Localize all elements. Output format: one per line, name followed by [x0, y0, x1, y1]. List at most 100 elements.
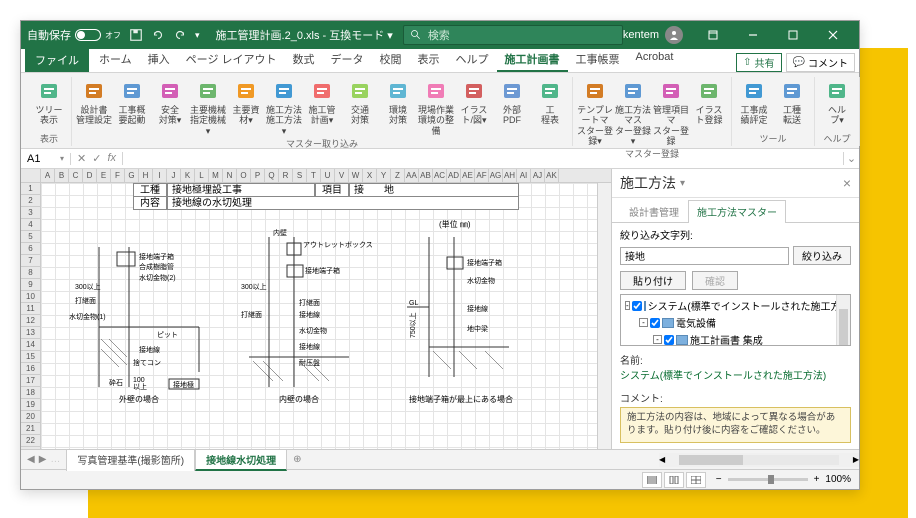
- column-header[interactable]: Q: [265, 169, 279, 182]
- ribbon-button[interactable]: テンプレートマスター登録▾: [577, 77, 613, 146]
- column-header[interactable]: J: [167, 169, 181, 182]
- tab-0[interactable]: ホーム: [91, 47, 140, 72]
- sheet-nav-next-icon[interactable]: ▶: [39, 454, 47, 465]
- ribbon-button[interactable]: ヘルプ▾: [819, 77, 855, 131]
- tab-2[interactable]: ページ レイアウト: [178, 47, 285, 72]
- row-header[interactable]: 13: [21, 327, 40, 339]
- tree-checkbox[interactable]: [650, 318, 660, 328]
- horizontal-scrollbar[interactable]: [679, 455, 839, 465]
- column-header[interactable]: K: [181, 169, 195, 182]
- column-header[interactable]: Y: [377, 169, 391, 182]
- row-header[interactable]: 21: [21, 423, 40, 435]
- panel-dropdown-icon[interactable]: ▾: [680, 178, 685, 189]
- ribbon-button[interactable]: 施工管計画▾: [304, 77, 340, 136]
- maximize-button[interactable]: [773, 21, 813, 49]
- ribbon-button[interactable]: イラスト登録: [691, 77, 727, 146]
- tree-checkbox[interactable]: [664, 335, 674, 345]
- column-header[interactable]: AE: [461, 169, 475, 182]
- ribbon-button[interactable]: ツリー表示: [31, 77, 67, 131]
- redo-icon[interactable]: [173, 28, 187, 42]
- row-header[interactable]: 16: [21, 363, 40, 375]
- column-header[interactable]: B: [55, 169, 69, 182]
- column-header[interactable]: F: [111, 169, 125, 182]
- row-header[interactable]: 4: [21, 219, 40, 231]
- row-header[interactable]: 19: [21, 399, 40, 411]
- name-box[interactable]: A1▾: [21, 153, 71, 165]
- ribbon-button[interactable]: 環境対策: [380, 77, 416, 136]
- page-break-view-button[interactable]: [686, 472, 706, 488]
- column-header[interactable]: N: [223, 169, 237, 182]
- column-header[interactable]: AH: [503, 169, 517, 182]
- ribbon-button[interactable]: 交通対策: [342, 77, 378, 136]
- page-layout-view-button[interactable]: [664, 472, 684, 488]
- search-box[interactable]: 検索: [403, 25, 623, 45]
- column-header[interactable]: AA: [405, 169, 419, 182]
- undo-icon[interactable]: [151, 28, 165, 42]
- row-header[interactable]: 15: [21, 351, 40, 363]
- scroll-right-icon[interactable]: ▶: [853, 455, 859, 464]
- tab-4[interactable]: データ: [323, 47, 372, 72]
- ribbon-options-button[interactable]: [693, 21, 733, 49]
- tab-1[interactable]: 挿入: [140, 47, 178, 72]
- column-header[interactable]: U: [321, 169, 335, 182]
- column-header[interactable]: AK: [545, 169, 559, 182]
- row-header[interactable]: 10: [21, 291, 40, 303]
- row-header[interactable]: 9: [21, 279, 40, 291]
- account-button[interactable]: kentem: [623, 26, 683, 44]
- ribbon-button[interactable]: 管理項目マスター登録: [653, 77, 689, 146]
- tree-toggle-icon[interactable]: -: [653, 335, 662, 344]
- expand-formula-icon[interactable]: ⌄: [843, 152, 859, 165]
- tab-10[interactable]: Acrobat: [628, 47, 682, 72]
- column-header[interactable]: M: [209, 169, 223, 182]
- column-header[interactable]: AJ: [531, 169, 545, 182]
- row-header[interactable]: 20: [21, 411, 40, 423]
- filter-input[interactable]: [620, 247, 789, 265]
- column-header[interactable]: H: [139, 169, 153, 182]
- sheet-nav-prev-icon[interactable]: ◀: [27, 454, 35, 465]
- column-header[interactable]: I: [153, 169, 167, 182]
- ribbon-button[interactable]: 工事成績評定: [736, 77, 772, 131]
- tab-3[interactable]: 数式: [285, 47, 323, 72]
- ribbon-button[interactable]: 設計書管理設定: [76, 77, 112, 136]
- select-all-corner[interactable]: [21, 169, 41, 182]
- column-header[interactable]: X: [363, 169, 377, 182]
- column-header[interactable]: A: [41, 169, 55, 182]
- ribbon-button[interactable]: 現場作業環境の整備: [418, 77, 454, 136]
- vertical-scrollbar[interactable]: [597, 183, 611, 449]
- tree-node[interactable]: -システム(標準でインストールされた施工方法): [623, 297, 848, 314]
- ribbon-button[interactable]: 外部PDF: [494, 77, 530, 136]
- cell-value[interactable]: 接 地: [349, 183, 519, 197]
- tab-8[interactable]: 施工計画書: [497, 47, 568, 72]
- panel-close-button[interactable]: ×: [843, 175, 851, 191]
- cell-label[interactable]: 内容: [133, 196, 167, 210]
- ribbon-button[interactable]: イラスト/図▾: [456, 77, 492, 136]
- scroll-left-icon[interactable]: ◀: [659, 455, 665, 464]
- filter-button[interactable]: 絞り込み: [793, 246, 851, 265]
- ribbon-button[interactable]: 施工方法マスター登録▾: [615, 77, 651, 146]
- cancel-formula-icon[interactable]: ✕: [77, 152, 86, 165]
- row-header[interactable]: 18: [21, 387, 40, 399]
- tab-6[interactable]: 表示: [410, 47, 448, 72]
- ribbon-button[interactable]: 安全対策▾: [152, 77, 188, 136]
- tree-checkbox[interactable]: [632, 301, 642, 311]
- normal-view-button[interactable]: [642, 472, 662, 488]
- share-button[interactable]: ⇧ 共有: [736, 53, 781, 72]
- tree-node[interactable]: -電気設備: [623, 314, 848, 331]
- row-header[interactable]: 5: [21, 231, 40, 243]
- ribbon-button[interactable]: 工事概要起動: [114, 77, 150, 136]
- cell-label[interactable]: 項目: [315, 183, 349, 197]
- column-header[interactable]: AG: [489, 169, 503, 182]
- column-header[interactable]: D: [83, 169, 97, 182]
- tab-file[interactable]: ファイル: [25, 48, 89, 72]
- save-icon[interactable]: [129, 28, 143, 42]
- zoom-slider[interactable]: [728, 478, 808, 481]
- column-header[interactable]: AI: [517, 169, 531, 182]
- panel-tab-design[interactable]: 設計書管理: [620, 200, 688, 222]
- column-header[interactable]: L: [195, 169, 209, 182]
- column-header[interactable]: O: [237, 169, 251, 182]
- column-header[interactable]: W: [349, 169, 363, 182]
- row-header[interactable]: 2: [21, 195, 40, 207]
- sheet-tab[interactable]: 写真管理基準(撮影箇所): [66, 449, 195, 471]
- column-header[interactable]: E: [97, 169, 111, 182]
- ribbon-button[interactable]: 施工方法施工方法▾: [266, 77, 302, 136]
